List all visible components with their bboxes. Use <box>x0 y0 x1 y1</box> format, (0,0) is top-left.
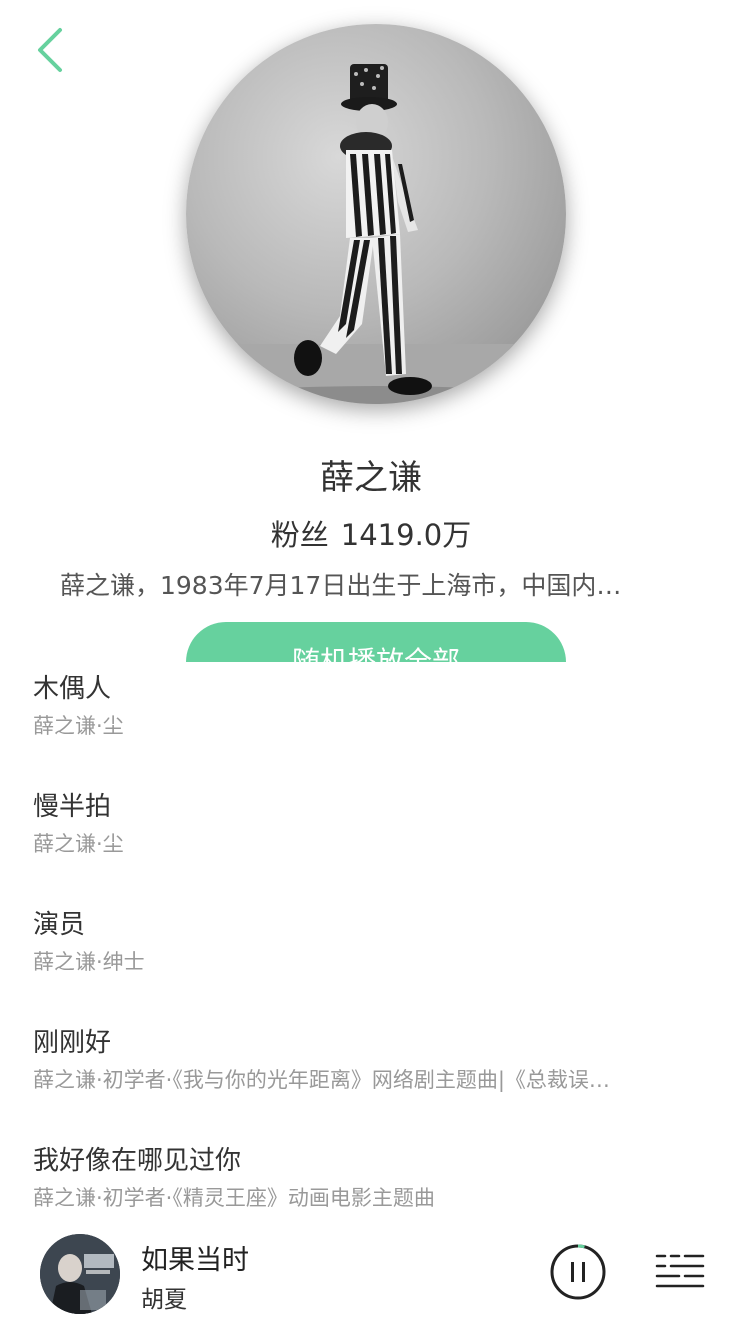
shuffle-play-all-button[interactable]: 随机播放全部 <box>186 622 566 662</box>
song-subtitle: 薛之谦·初学者·《我与你的光年距离》网络剧主题曲|《总裁误… <box>33 1068 610 1092</box>
album-art <box>40 1234 120 1314</box>
song-item[interactable]: 刚刚好 薛之谦·初学者·《我与你的光年距离》网络剧主题曲|《总裁误… <box>0 1016 742 1134</box>
song-title: 慢半拍 <box>33 792 112 822</box>
song-title: 演员 <box>33 910 86 940</box>
artist-bio[interactable]: 薛之谦，1983年7月17日出生于上海市，中国内… <box>60 566 680 602</box>
playlist-icon <box>655 1254 705 1288</box>
song-title: 木偶人 <box>33 674 112 704</box>
pause-icon <box>550 1244 606 1300</box>
album-cover[interactable] <box>40 1234 120 1314</box>
fans-count: 粉丝 1419.0万 <box>0 512 742 554</box>
song-title: 刚刚好 <box>33 1028 112 1058</box>
progress-arc <box>577 1244 585 1249</box>
fans-label: 粉丝 <box>270 518 329 552</box>
pause-button[interactable] <box>548 1242 608 1302</box>
song-subtitle: 薛之谦·绅士 <box>33 950 145 974</box>
artist-avatar <box>186 24 566 404</box>
artist-name: 薛之谦 <box>320 458 422 498</box>
mini-player[interactable]: 如果当时 胡夏 <box>0 1222 742 1330</box>
now-playing-title: 如果当时 <box>141 1245 249 1276</box>
song-subtitle: 薛之谦·尘 <box>33 714 124 738</box>
fans-value: 1419.0万 <box>340 518 472 552</box>
playlist-button[interactable] <box>655 1252 705 1292</box>
play-all-container: 随机播放全部 <box>0 600 742 662</box>
song-item[interactable]: 演员 薛之谦·绅士 <box>0 898 742 1016</box>
song-item[interactable]: 慢半拍 薛之谦·尘 <box>0 780 742 898</box>
song-subtitle: 薛之谦·尘 <box>33 832 124 856</box>
artist-photo <box>186 64 566 404</box>
song-title: 我好像在哪见过你 <box>33 1146 242 1176</box>
song-list: 木偶人 薛之谦·尘 慢半拍 薛之谦·尘 演员 薛之谦·绅士 刚刚好 薛之谦·初学… <box>0 662 742 1252</box>
now-playing-artist: 胡夏 <box>141 1287 187 1313</box>
back-button[interactable] <box>30 26 74 74</box>
song-subtitle: 薛之谦·初学者·《精灵王座》动画电影主题曲 <box>33 1186 435 1210</box>
chevron-left-icon <box>38 28 62 72</box>
song-item[interactable]: 木偶人 薛之谦·尘 <box>0 662 742 780</box>
